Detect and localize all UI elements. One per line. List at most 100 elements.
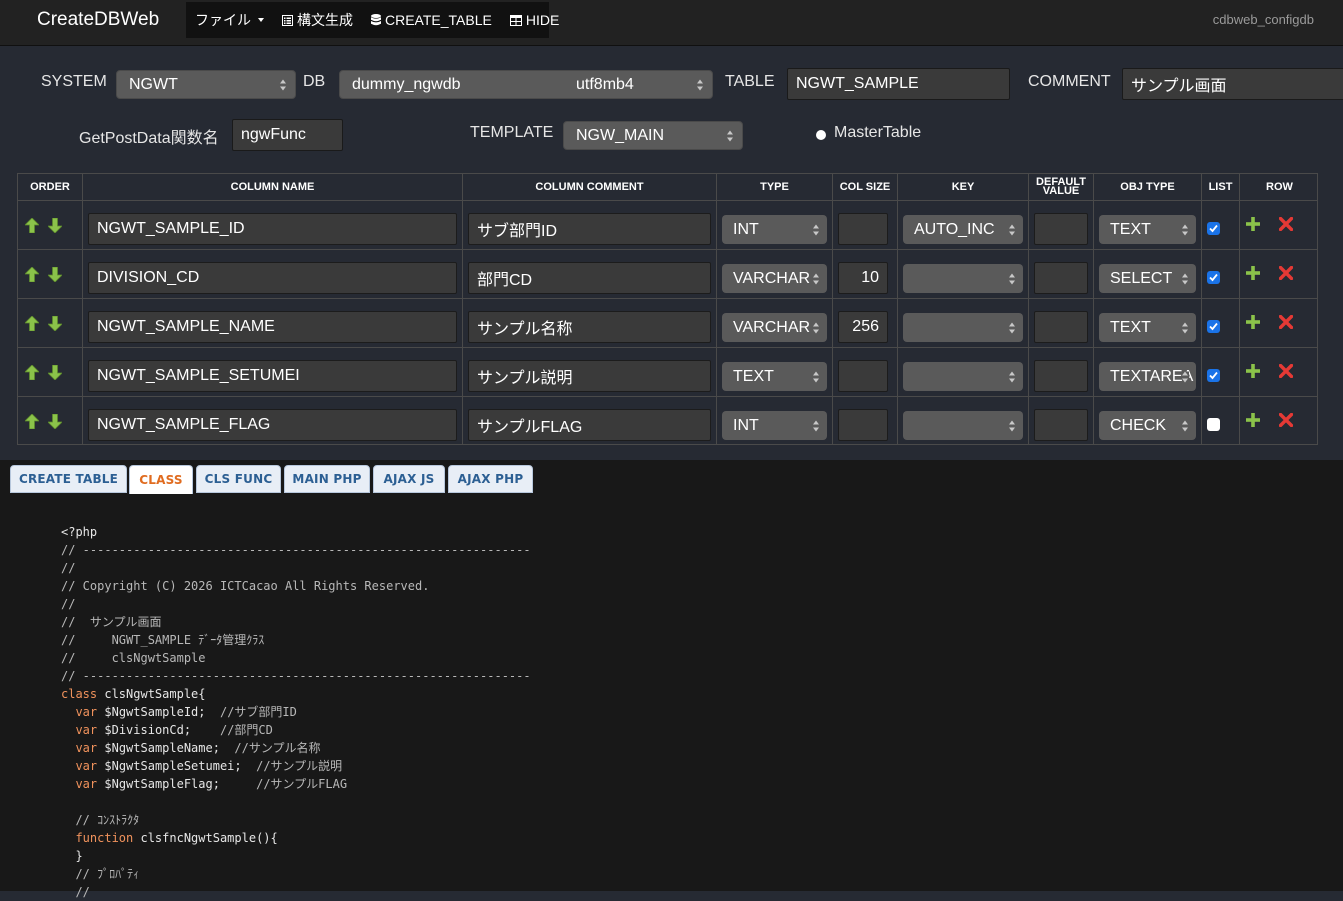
- col-size-input[interactable]: [838, 409, 888, 441]
- list-checkbox[interactable]: [1207, 320, 1220, 333]
- add-row-icon[interactable]: [1246, 315, 1260, 334]
- code-line: var $DivisionCd; //部門CD: [75, 723, 273, 737]
- move-down-icon[interactable]: [47, 413, 63, 434]
- select-arrows-icon: [1009, 273, 1016, 284]
- type-select[interactable]: TEXT: [722, 362, 827, 391]
- tab-main-php[interactable]: MAIN PHP: [284, 465, 370, 493]
- obj-type-select[interactable]: SELECT: [1099, 264, 1196, 293]
- col-size-input[interactable]: [838, 213, 888, 245]
- delete-row-icon[interactable]: [1278, 363, 1294, 383]
- add-row-icon[interactable]: [1246, 266, 1260, 285]
- list-checkbox[interactable]: [1207, 222, 1220, 235]
- column-name-input[interactable]: DIVISION_CD: [88, 262, 457, 294]
- hide-menu[interactable]: HIDE: [509, 12, 559, 28]
- move-down-icon[interactable]: [47, 217, 63, 238]
- table-name-input[interactable]: NGWT_SAMPLE: [787, 68, 1010, 100]
- obj-type-select[interactable]: TEXTAREA: [1099, 362, 1196, 391]
- type-select[interactable]: VARCHAR: [722, 313, 827, 342]
- column-comment-input[interactable]: サンプルFLAG: [468, 409, 711, 441]
- column-name-input[interactable]: NGWT_SAMPLE_SETUMEI: [88, 360, 457, 392]
- column-name-input[interactable]: NGWT_SAMPLE_ID: [88, 213, 457, 245]
- db-select[interactable]: dummy_ngwdb utf8mb4: [339, 70, 713, 99]
- tab-create-table[interactable]: CREATE TABLE: [10, 465, 127, 493]
- default-value-input[interactable]: [1034, 409, 1088, 441]
- column-comment-input[interactable]: サンプル説明: [468, 360, 711, 392]
- column-comment-input[interactable]: 部門CD: [468, 262, 711, 294]
- code-line: //: [61, 561, 76, 575]
- delete-row-icon[interactable]: [1278, 412, 1294, 432]
- type-select-value: TEXT: [733, 367, 774, 385]
- default-value-input[interactable]: [1034, 213, 1088, 245]
- master-table-radio[interactable]: [816, 130, 826, 140]
- key-select[interactable]: [903, 264, 1023, 293]
- header-order: ORDER: [30, 180, 70, 193]
- move-up-icon[interactable]: [24, 266, 40, 287]
- delete-row-icon[interactable]: [1278, 314, 1294, 334]
- key-select[interactable]: [903, 362, 1023, 391]
- column-comment-input[interactable]: サンプル名称: [468, 311, 711, 343]
- template-label: TEMPLATE: [470, 124, 554, 141]
- type-select-value: VARCHAR: [733, 269, 811, 287]
- column-name-input[interactable]: NGWT_SAMPLE_FLAG: [88, 409, 457, 441]
- add-row-icon[interactable]: [1246, 364, 1260, 383]
- system-select[interactable]: NGWT: [116, 70, 296, 99]
- tab-class[interactable]: CLASS: [129, 465, 193, 494]
- obj-type-select[interactable]: CHECK: [1099, 411, 1196, 440]
- key-select[interactable]: AUTO_INC: [903, 215, 1023, 244]
- tab-ajax-php[interactable]: AJAX PHP: [448, 465, 533, 493]
- type-select[interactable]: VARCHAR: [722, 264, 827, 293]
- delete-row-icon[interactable]: [1278, 265, 1294, 285]
- obj-type-select[interactable]: TEXT: [1099, 313, 1196, 342]
- key-select[interactable]: [903, 313, 1023, 342]
- code-line: var $NgwtSampleName; //サンプル名称: [75, 741, 321, 755]
- code-line: }: [61, 849, 83, 863]
- select-arrows-icon: [813, 371, 820, 382]
- col-size-input[interactable]: 256: [838, 311, 888, 343]
- move-up-icon[interactable]: [24, 217, 40, 238]
- move-down-icon[interactable]: [47, 364, 63, 385]
- obj-type-select[interactable]: TEXT: [1099, 215, 1196, 244]
- template-select[interactable]: NGW_MAIN: [563, 121, 743, 150]
- getpost-function-label: GetPostData関数名: [79, 130, 219, 147]
- getpost-function-input[interactable]: ngwFunc: [232, 119, 343, 151]
- type-select[interactable]: INT: [722, 411, 827, 440]
- key-select[interactable]: [903, 411, 1023, 440]
- type-select[interactable]: INT: [722, 215, 827, 244]
- col-size-input[interactable]: [838, 360, 888, 392]
- move-up-icon[interactable]: [24, 364, 40, 385]
- obj-type-select-value: CHECK: [1110, 416, 1167, 434]
- column-comment-input[interactable]: サブ部門ID: [468, 213, 711, 245]
- tab-ajax-js[interactable]: AJAX JS: [373, 465, 445, 493]
- select-arrows-icon: [1182, 224, 1189, 235]
- default-value-input[interactable]: [1034, 360, 1088, 392]
- default-value-input[interactable]: [1034, 262, 1088, 294]
- navbar: CreateDBWeb ファイル 構文生成 CREATE_TABLE HIDE …: [0, 0, 1343, 46]
- table-icon: [509, 14, 522, 26]
- select-arrows-icon: [813, 224, 820, 235]
- move-down-icon[interactable]: [47, 266, 63, 287]
- default-value-input[interactable]: [1034, 311, 1088, 343]
- file-menu[interactable]: ファイル: [195, 10, 264, 30]
- db-select-name: dummy_ngwdb: [352, 75, 461, 93]
- header-column-name: COLUMN NAME: [230, 180, 315, 193]
- comment-input[interactable]: サンプル画面: [1122, 68, 1343, 100]
- list-checkbox[interactable]: [1207, 271, 1220, 284]
- col-size-input[interactable]: 10: [838, 262, 888, 294]
- app-brand[interactable]: CreateDBWeb: [37, 9, 159, 31]
- select-arrows-icon: [813, 322, 820, 333]
- move-up-icon[interactable]: [24, 413, 40, 434]
- move-down-icon[interactable]: [47, 315, 63, 336]
- tab-cls-func[interactable]: CLS FUNC: [196, 465, 281, 493]
- add-row-icon[interactable]: [1246, 413, 1260, 432]
- syntax-generate-menu[interactable]: 構文生成: [282, 10, 353, 30]
- header-col-size: COL SIZE: [839, 180, 891, 193]
- list-checkbox[interactable]: [1207, 418, 1220, 431]
- move-up-icon[interactable]: [24, 315, 40, 336]
- delete-row-icon[interactable]: [1278, 216, 1294, 236]
- add-row-icon[interactable]: [1246, 217, 1260, 236]
- column-name-input[interactable]: NGWT_SAMPLE_NAME: [88, 311, 457, 343]
- list-checkbox[interactable]: [1207, 369, 1220, 382]
- create-table-menu[interactable]: CREATE_TABLE: [371, 12, 492, 28]
- db-select-charset: utf8mb4: [576, 75, 634, 93]
- code-line: class clsNgwtSample{: [61, 687, 206, 701]
